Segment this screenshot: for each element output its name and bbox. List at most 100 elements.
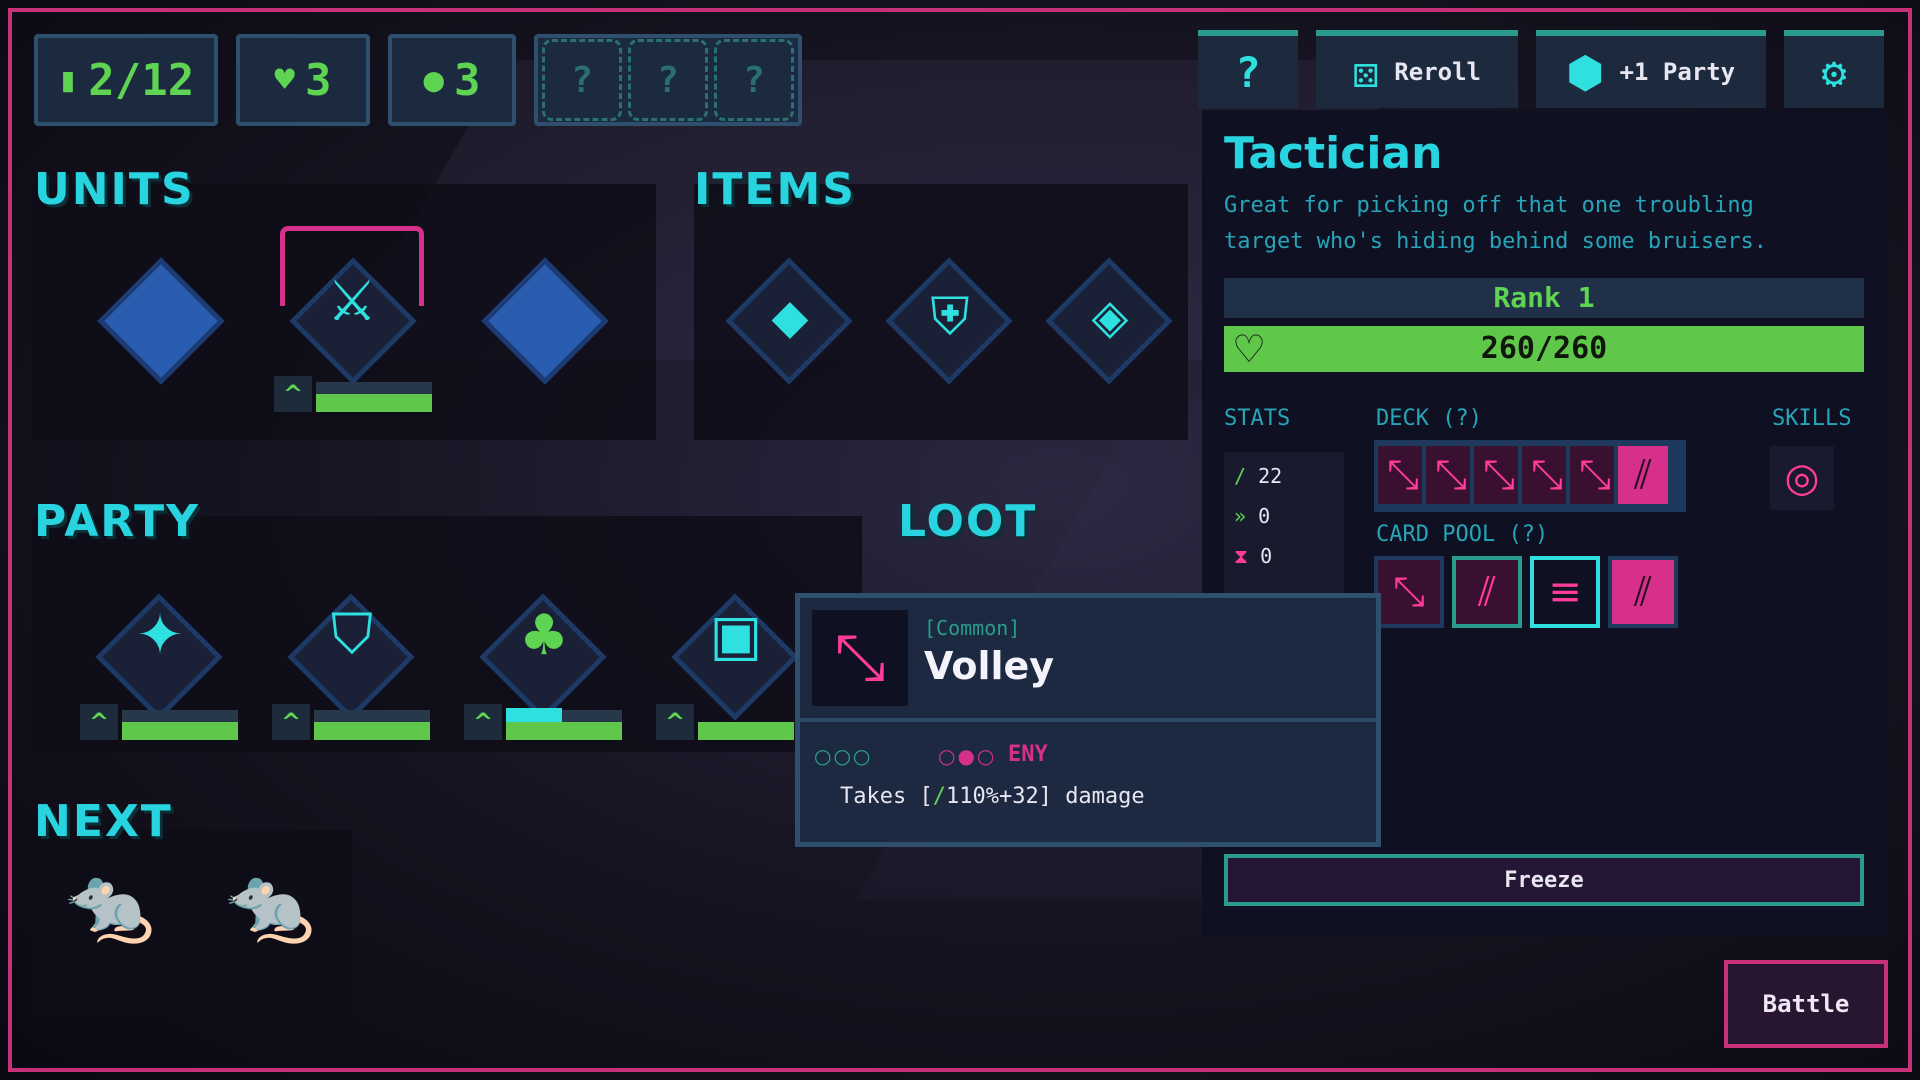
hourglass-icon: ⧗ [1234,544,1249,568]
effect-suffix: damage [1065,784,1145,809]
stat-speed: » 0 [1234,504,1270,528]
sword-icon: / [932,784,946,809]
tactician-sprite: ⚔ [326,268,378,334]
slash-card-icon[interactable]: ⫽ [1608,556,1678,628]
deck-cards: ⤡ ⤡ ⤡ ⤡ ⤡ ⫽ [1374,440,1686,512]
round-value: 2/12 [88,54,195,106]
guardian-sprite: ▣ [709,602,763,668]
stat-value: 0 [1260,544,1273,568]
stat-value: 22 [1258,464,1283,488]
level-fill [316,394,432,412]
enemy-target-pips: ○●○ [938,744,997,768]
unit-level-bar: ^ [272,704,432,740]
unit-level-bar: ^ [656,704,796,740]
help-button[interactable]: ? [1198,30,1298,108]
runner-icon: » [1234,504,1247,528]
add-party-label: +1 Party [1619,58,1736,86]
unit-level-bar: ^ [274,376,434,412]
sword-icon: / [1234,464,1247,488]
unit-description-line: Great for picking off that one troubling [1224,193,1754,218]
coin-icon: ● [423,60,444,100]
items-title: ITEMS [694,164,856,215]
druid-sprite: ♣ [518,602,570,668]
reroll-button[interactable]: ⚄ Reroll [1316,30,1518,108]
rat-enemy-icon[interactable]: 🐀 [224,862,316,962]
help-icon: ? [1235,47,1261,97]
units-title: UNITS [34,164,195,215]
unit-description-line: target who's hiding behind some bruisers… [1224,229,1768,254]
heart-icon: ♥ [274,60,295,100]
item-shop-slot[interactable]: ⛨ [885,257,1013,410]
upgrade-arrow-icon: ^ [272,704,310,740]
bow-card-icon[interactable]: ⤡ [1374,556,1444,628]
rune-item-icon: ◆ [771,289,809,345]
lives-value: 3 [304,54,332,106]
hp-bar: ♡ 260/260 [1224,326,1864,372]
gear-icon: ⚙ [1821,47,1847,97]
mystery-slot[interactable]: ? [628,39,708,121]
party-member[interactable]: ⛉ ^ [272,590,432,740]
knight-sprite: ⛉ [331,602,373,667]
target-label: ENY [1008,742,1048,767]
stat-attack: / 22 [1234,464,1282,488]
unit-level-bar: ^ [464,704,624,740]
stack-card-icon[interactable]: ≡ [1530,556,1600,628]
battle-button[interactable]: Battle [1724,960,1888,1048]
effect-value: 110%+32] [945,784,1052,809]
mystery-slot[interactable]: ? [542,39,622,121]
slash-card-icon[interactable]: ⫽ [1452,556,1522,628]
item-shop-slot[interactable]: ◆ [725,257,853,410]
cube-icon: ⬢ [1566,47,1604,97]
mystery-slot[interactable]: ? [714,39,794,121]
unit-shop-slot-empty[interactable] [481,257,609,410]
round-counter: ▮ 2/12 [34,34,218,126]
settings-button[interactable]: ⚙ [1784,30,1884,108]
effect-prefix: Takes [ [840,784,933,809]
unit-shop-slot-empty[interactable] [97,257,225,410]
rank-bar: Rank 1 [1224,278,1864,318]
card-effect: Takes [/110%+32] damage [840,784,1145,809]
level-fill [314,722,430,740]
gold-value: 3 [453,54,481,106]
party-member[interactable]: ▣ ^ [656,590,799,740]
round-icon: ▮ [57,60,79,100]
party-member[interactable]: ♣ ^ [464,590,624,740]
party-title: PARTY [34,496,201,547]
level-fill [698,722,794,740]
hp-value: 260/260 [1480,331,1608,366]
rat-enemy-icon[interactable]: 🐀 [64,862,156,962]
mystery-slots: ? ? ? [534,34,802,126]
upgrade-arrow-icon: ^ [464,704,502,740]
next-title: NEXT [34,796,173,847]
mage-sprite: ✦ [136,602,184,668]
stats-label: STATS [1224,406,1291,431]
target-skill-icon[interactable]: ◎ [1770,446,1834,510]
armor-item-icon: ⛨ [930,286,970,347]
reroll-label: Reroll [1394,58,1481,86]
unit-name: Tactician [1224,128,1443,179]
gold-counter: ● 3 [388,34,516,126]
loot-title: LOOT [898,496,1038,547]
card-rarity: [Common] [924,616,1021,640]
tooltip-divider [800,718,1376,722]
slot-diamond [97,257,225,385]
item-shop-slot[interactable]: ◈ [1045,257,1173,410]
stat-value: 0 [1258,504,1271,528]
upgrade-arrow-icon: ^ [274,376,312,412]
freeze-button[interactable]: Freeze [1224,854,1864,906]
xp-fill [506,708,562,722]
level-fill [506,722,622,740]
skills-label: SKILLS [1772,406,1852,431]
unit-shop-slot-selected[interactable]: ⚔ ^ [274,226,444,412]
card-tooltip: ⤡ [Common] Volley ○○○ ○●○ ENY Takes [/11… [795,593,1381,847]
slot-diamond [481,257,609,385]
slash-card-icon[interactable]: ⫽ [1614,442,1672,508]
lives-counter: ♥ 3 [236,34,370,126]
self-target-pips: ○○○ [814,744,873,768]
stat-cooldown: ⧗ 0 [1234,544,1272,568]
add-party-button[interactable]: ⬢ +1 Party [1536,30,1766,108]
level-fill [122,722,238,740]
unit-level-bar: ^ [80,704,240,740]
upgrade-arrow-icon: ^ [656,704,694,740]
party-member[interactable]: ✦ ^ [80,590,240,740]
